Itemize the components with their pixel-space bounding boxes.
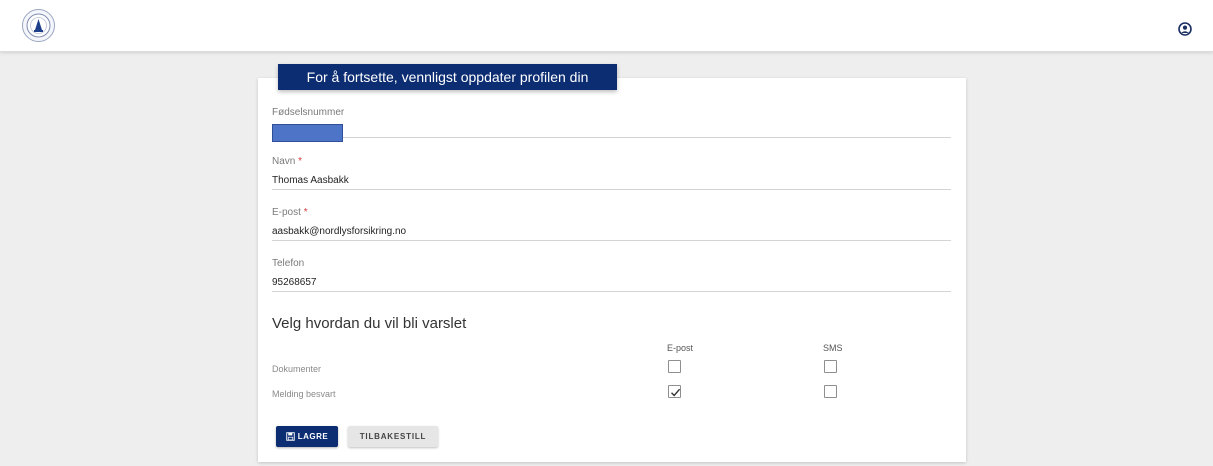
telefon-label: Telefon [272,258,305,269]
navn-field[interactable]: Navn * Thomas Aasbakk [272,156,951,190]
epost-field[interactable]: E-post * aasbakk@nordlysforsikring.no [272,207,951,241]
required-marker: * [303,207,308,218]
column-header-epost: E-post [667,343,694,353]
checkbox-dokumenter-epost[interactable] [668,360,681,373]
epost-label: E-post [272,207,301,218]
row-label-melding-besvart: Melding besvart [272,389,336,399]
navn-label: Navn [272,156,296,167]
update-profile-banner: For å fortsette, vennligst oppdater prof… [278,64,617,90]
top-app-bar [0,0,1213,52]
checkbox-melding-besvart-epost[interactable] [668,385,681,398]
save-button[interactable]: LAGRE [276,426,338,447]
save-button-label: LAGRE [297,432,329,441]
checkbox-dokumenter-sms[interactable] [824,360,837,373]
checkmark-icon [671,388,681,397]
fodselsnummer-label: Fødselsnummer [272,107,345,118]
required-marker: * [298,156,303,167]
checkbox-melding-besvart-sms[interactable] [824,385,837,398]
notification-section-title: Velg hvordan du vil bli varslet [272,315,467,332]
fodselsnummer-field[interactable]: Fødselsnummer [272,107,951,142]
telefon-field[interactable]: Telefon 95268657 [272,258,951,292]
epost-value: aasbakk@nordlysforsikring.no [272,226,407,237]
navn-value: Thomas Aasbakk [272,175,349,186]
fodselsnummer-masked-value [272,124,343,142]
company-logo-icon[interactable] [22,9,55,42]
column-header-sms: SMS [823,343,843,353]
reset-button-label: TILBAKESTILL [359,432,427,441]
row-label-dokumenter: Dokumenter [272,364,322,374]
reset-button[interactable]: TILBAKESTILL [348,426,438,447]
user-profile-icon[interactable] [1178,22,1192,36]
telefon-value: 95268657 [272,277,317,288]
save-icon [286,432,295,441]
